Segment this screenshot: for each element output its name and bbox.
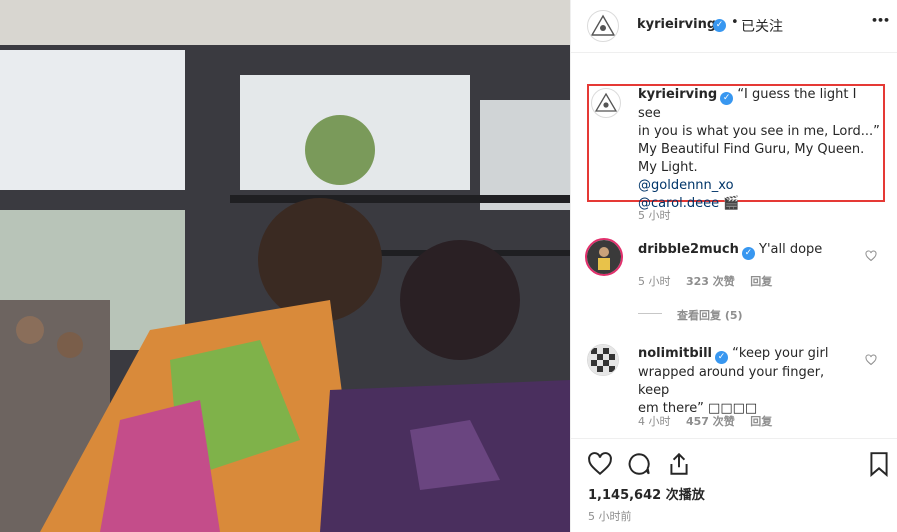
commenter-avatar[interactable] <box>587 344 619 376</box>
comment-body: Y'all dope <box>759 242 823 257</box>
player-avatar-icon <box>587 240 621 274</box>
caption-avatar[interactable] <box>591 88 621 118</box>
comment-body: “keep your girl <box>732 346 829 361</box>
comment-text: dribble2much ✓ Y'all dope <box>638 241 858 260</box>
views-label: 次播放 <box>665 488 705 503</box>
eye-triangle-icon <box>594 92 618 112</box>
view-replies-button[interactable]: 查看回复 (5) <box>677 307 743 323</box>
caption-line: in you is what you see in me, Lord...” <box>638 124 880 139</box>
comment-likes[interactable]: 323 次赞 <box>686 275 735 288</box>
verified-badge-icon: ✓ <box>720 92 734 105</box>
like-comment-heart-icon[interactable] <box>865 354 877 366</box>
comment-meta: 5 小时 323 次赞 回复 <box>638 273 772 289</box>
save-bookmark-icon[interactable] <box>868 451 890 477</box>
post-timestamp[interactable]: 5 小时前 <box>588 508 632 524</box>
comment-bubble-icon[interactable] <box>626 451 652 477</box>
caption-time[interactable]: 5 小时 <box>638 207 671 223</box>
caption-line: My Light. <box>638 160 698 175</box>
share-icon[interactable] <box>666 451 692 477</box>
comment-time[interactable]: 4 小时 <box>638 415 671 428</box>
checkered-avatar-icon <box>588 345 618 375</box>
header-separator: • <box>731 15 739 30</box>
more-options-icon[interactable]: ••• <box>871 14 890 27</box>
video-frame[interactable] <box>0 0 570 532</box>
comment-username[interactable]: dribble2much <box>638 242 739 257</box>
follow-status-button[interactable]: 已关注 <box>741 16 783 36</box>
reply-button[interactable]: 回复 <box>750 275 772 288</box>
views-count[interactable]: 1,145,642 次播放 <box>588 484 705 503</box>
verified-badge-icon: ✓ <box>715 351 728 364</box>
replies-divider <box>638 313 662 314</box>
comment-likes[interactable]: 457 次赞 <box>686 415 735 428</box>
post-header: kyrieirving ✓ • 已关注 ••• <box>571 0 897 53</box>
clapper-emoji-icon: 🎬 <box>723 196 740 211</box>
comment-body: wrapped around your finger, keep <box>638 365 825 398</box>
reply-button[interactable]: 回复 <box>750 415 772 428</box>
commenter-avatar[interactable] <box>585 238 623 276</box>
like-comment-heart-icon[interactable] <box>865 250 877 262</box>
verified-badge-icon: ✓ <box>741 247 755 260</box>
video-scene <box>0 0 570 532</box>
views-number: 1,145,642 <box>588 488 662 503</box>
mention-link[interactable]: @goldennn_xo <box>638 178 734 193</box>
comment-meta: 4 小时 457 次赞 回复 <box>638 413 772 429</box>
header-username[interactable]: kyrieirving <box>637 17 716 32</box>
like-heart-icon[interactable] <box>587 451 613 477</box>
author-avatar[interactable] <box>587 10 619 42</box>
comment-time[interactable]: 5 小时 <box>638 275 671 288</box>
caption-line: My Beautiful Find Guru, My Queen. <box>638 142 865 157</box>
comment-text: nolimitbill ✓ “keep your girl wrapped aro… <box>638 345 858 418</box>
verified-badge-icon: ✓ <box>713 19 726 32</box>
caption-username[interactable]: kyrieirving <box>638 87 717 102</box>
comment-username[interactable]: nolimitbill <box>638 346 712 361</box>
actions-divider <box>571 438 897 439</box>
post-panel: kyrieirving ✓ • 已关注 ••• kyrieirving ✓ “I … <box>570 0 897 532</box>
eye-triangle-icon <box>590 14 616 36</box>
caption-text: kyrieirving ✓ “I guess the light I see in… <box>638 86 883 213</box>
